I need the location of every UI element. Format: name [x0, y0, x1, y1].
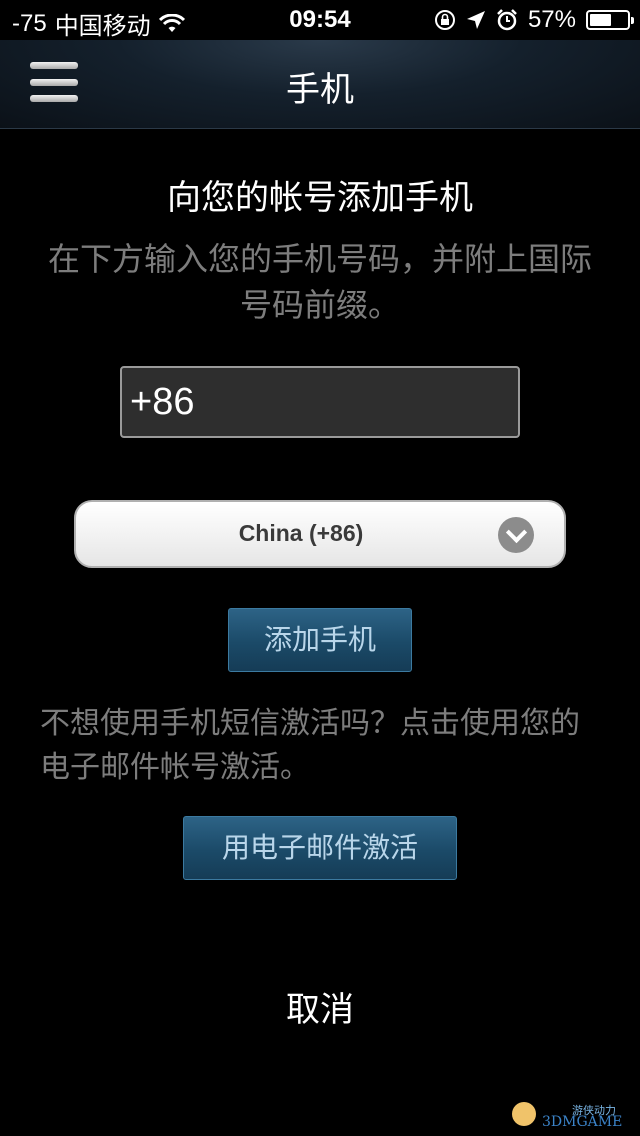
battery-percent: 57%: [527, 6, 576, 33]
chevron-down-icon: [498, 517, 534, 553]
nav-bar: 手机: [0, 40, 640, 129]
cancel-button[interactable]: 取消: [0, 982, 640, 1031]
country-code-select[interactable]: China (+86): [74, 500, 566, 568]
page-title: 手机: [286, 70, 354, 110]
location-icon: [466, 11, 485, 29]
email-activation-hint: 不想使用手机短信激活吗？点击使用您的电子邮件帐号激活。: [40, 706, 580, 785]
activate-by-email-button[interactable]: 用电子邮件激活: [183, 816, 457, 880]
add-phone-heading: 向您的帐号添加手机: [167, 178, 473, 218]
battery-fill: [590, 14, 611, 26]
alarm-icon: [497, 9, 517, 31]
country-select-value: China (+86): [238, 520, 364, 546]
phone-number-input[interactable]: [120, 366, 520, 438]
orientation-lock-icon: [434, 10, 455, 30]
status-right: 57%: [434, 6, 634, 34]
watermark-logo-icon: [512, 1102, 536, 1126]
instruction-text: 在下方输入您的手机号码，并附上国际号码前缀。: [47, 240, 592, 324]
add-phone-button[interactable]: 添加手机: [228, 608, 412, 672]
status-bar: -75 中国移动 09:54 57%: [0, 0, 640, 40]
battery-icon: [586, 10, 634, 30]
watermark-big-text: 3DMGAME: [542, 1114, 623, 1130]
screen: -75 中国移动 09:54 57% 手机 向您的帐号添加手机 在下方输入您的手…: [0, 0, 640, 1136]
watermark: 游侠动力 3DMGAME: [512, 1102, 634, 1130]
